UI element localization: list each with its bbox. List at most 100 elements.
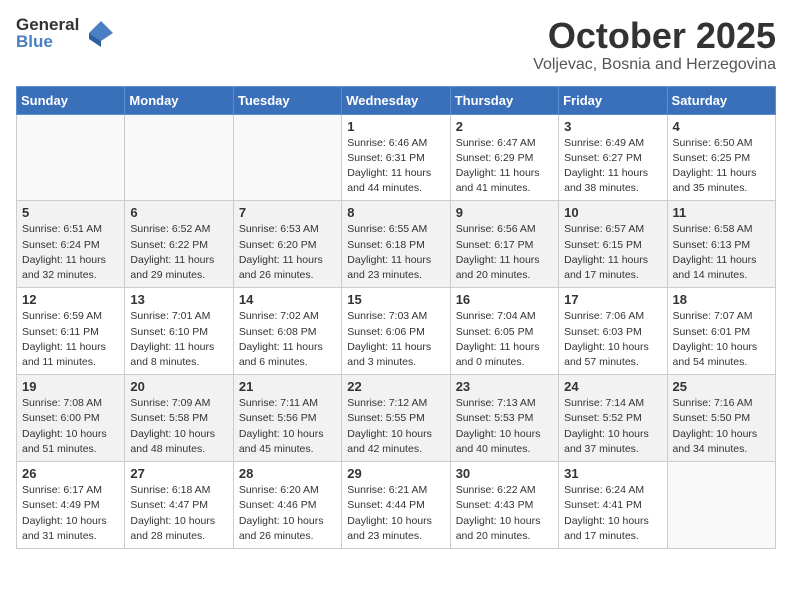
calendar-cell: 14Sunrise: 7:02 AM Sunset: 6:08 PM Dayli… [233, 288, 341, 375]
calendar-cell: 15 Sunrise: 7:03 AM Sunset: 6:06 PM Dayli… [342, 288, 450, 375]
day-info: Sunrise: 6:55 AM Sunset: 6:18 PM Dayligh… [347, 222, 444, 283]
day-number: 19 [22, 379, 119, 394]
calendar-cell: 2 Sunrise: 6:47 AM Sunset: 6:29 PM Daylig… [450, 114, 558, 201]
calendar-cell: 18Sunrise: 7:07 AM Sunset: 6:01 PM Dayli… [667, 288, 775, 375]
day-info: Sunrise: 7:14 AM Sunset: 5:52 PM Dayligh… [564, 396, 661, 457]
calendar-cell: 26 Sunrise: 6:17 AM Sunset: 4:49 PM Dayli… [17, 462, 125, 549]
day-number: 13 [130, 292, 227, 307]
day-info: Sunrise: 6:50 AM Sunset: 6:25 PM Dayligh… [673, 136, 770, 197]
day-info: Sunrise: 6:53 AM Sunset: 6:20 PM Dayligh… [239, 222, 336, 283]
calendar-cell: 11Sunrise: 6:58 AM Sunset: 6:13 PM Dayli… [667, 201, 775, 288]
day-number: 25 [673, 379, 770, 394]
day-number: 28 [239, 466, 336, 481]
day-number: 31 [564, 466, 661, 481]
day-number: 4 [673, 119, 770, 134]
day-number: 6 [130, 205, 227, 220]
calendar-cell: 30 Sunrise: 6:22 AM Sunset: 4:43 PM Dayli… [450, 462, 558, 549]
day-number: 10 [564, 205, 661, 220]
weekday-header-thursday: Thursday [450, 86, 558, 114]
day-info: Sunrise: 6:57 AM Sunset: 6:15 PM Dayligh… [564, 222, 661, 283]
weekday-header-tuesday: Tuesday [233, 86, 341, 114]
day-number: 5 [22, 205, 119, 220]
day-info: Sunrise: 6:17 AM Sunset: 4:49 PM Dayligh… [22, 483, 119, 544]
calendar-cell: 7 Sunrise: 6:53 AM Sunset: 6:20 PM Daylig… [233, 201, 341, 288]
day-info: Sunrise: 6:18 AM Sunset: 4:47 PM Dayligh… [130, 483, 227, 544]
logo: General Blue [16, 16, 113, 50]
calendar-cell: 8 Sunrise: 6:55 AM Sunset: 6:18 PM Daylig… [342, 201, 450, 288]
day-info: Sunrise: 7:09 AM Sunset: 5:58 PM Dayligh… [130, 396, 227, 457]
calendar-table: SundayMondayTuesdayWednesdayThursdayFrid… [16, 86, 776, 549]
day-info: Sunrise: 6:21 AM Sunset: 4:44 PM Dayligh… [347, 483, 444, 544]
day-number: 15 [347, 292, 444, 307]
day-info: Sunrise: 6:20 AM Sunset: 4:46 PM Dayligh… [239, 483, 336, 544]
calendar-cell: 24 Sunrise: 7:14 AM Sunset: 5:52 PM Dayli… [559, 375, 667, 462]
day-number: 12 [22, 292, 119, 307]
day-info: Sunrise: 7:02 AM Sunset: 6:08 PM Dayligh… [239, 309, 336, 370]
calendar-cell [125, 114, 233, 201]
day-info: Sunrise: 7:11 AM Sunset: 5:56 PM Dayligh… [239, 396, 336, 457]
day-info: Sunrise: 6:22 AM Sunset: 4:43 PM Dayligh… [456, 483, 553, 544]
weekday-header-wednesday: Wednesday [342, 86, 450, 114]
day-info: Sunrise: 7:16 AM Sunset: 5:50 PM Dayligh… [673, 396, 770, 457]
calendar-cell: 1 Sunrise: 6:46 AM Sunset: 6:31 PM Daylig… [342, 114, 450, 201]
logo-icon [81, 19, 113, 47]
day-number: 22 [347, 379, 444, 394]
calendar-cell: 25 Sunrise: 7:16 AM Sunset: 5:50 PM Dayli… [667, 375, 775, 462]
day-info: Sunrise: 6:56 AM Sunset: 6:17 PM Dayligh… [456, 222, 553, 283]
day-info: Sunrise: 7:01 AM Sunset: 6:10 PM Dayligh… [130, 309, 227, 370]
weekday-header-monday: Monday [125, 86, 233, 114]
day-number: 24 [564, 379, 661, 394]
day-number: 27 [130, 466, 227, 481]
day-info: Sunrise: 7:04 AM Sunset: 6:05 PM Dayligh… [456, 309, 553, 370]
calendar-cell: 3 Sunrise: 6:49 AM Sunset: 6:27 PM Daylig… [559, 114, 667, 201]
day-number: 29 [347, 466, 444, 481]
calendar-cell: 22 Sunrise: 7:12 AM Sunset: 5:55 PM Dayli… [342, 375, 450, 462]
calendar-cell: 4 Sunrise: 6:50 AM Sunset: 6:25 PM Daylig… [667, 114, 775, 201]
day-info: Sunrise: 7:06 AM Sunset: 6:03 PM Dayligh… [564, 309, 661, 370]
calendar-cell: 5 Sunrise: 6:51 AM Sunset: 6:24 PM Daylig… [17, 201, 125, 288]
day-number: 7 [239, 205, 336, 220]
day-number: 30 [456, 466, 553, 481]
page-header: General Blue October 2025 Voljevac, Bosn… [16, 16, 776, 74]
calendar-cell: 20 Sunrise: 7:09 AM Sunset: 5:58 PM Dayli… [125, 375, 233, 462]
calendar-cell: 21 Sunrise: 7:11 AM Sunset: 5:56 PM Dayli… [233, 375, 341, 462]
day-info: Sunrise: 6:58 AM Sunset: 6:13 PM Dayligh… [673, 222, 770, 283]
day-info: Sunrise: 6:51 AM Sunset: 6:24 PM Dayligh… [22, 222, 119, 283]
location: Voljevac, Bosnia and Herzegovina [533, 56, 776, 74]
calendar-cell [17, 114, 125, 201]
day-number: 16 [456, 292, 553, 307]
day-info: Sunrise: 7:12 AM Sunset: 5:55 PM Dayligh… [347, 396, 444, 457]
calendar-week-row: 1 Sunrise: 6:46 AM Sunset: 6:31 PM Daylig… [17, 114, 776, 201]
calendar-cell: 19 Sunrise: 7:08 AM Sunset: 6:00 PM Dayli… [17, 375, 125, 462]
weekday-header-sunday: Sunday [17, 86, 125, 114]
day-number: 26 [22, 466, 119, 481]
day-info: Sunrise: 6:47 AM Sunset: 6:29 PM Dayligh… [456, 136, 553, 197]
calendar-cell: 29 Sunrise: 6:21 AM Sunset: 4:44 PM Dayli… [342, 462, 450, 549]
day-number: 1 [347, 119, 444, 134]
title-section: October 2025 Voljevac, Bosnia and Herzeg… [533, 16, 776, 74]
day-info: Sunrise: 7:08 AM Sunset: 6:00 PM Dayligh… [22, 396, 119, 457]
calendar-week-row: 12Sunrise: 6:59 AM Sunset: 6:11 PM Dayli… [17, 288, 776, 375]
day-number: 21 [239, 379, 336, 394]
calendar-cell: 16 Sunrise: 7:04 AM Sunset: 6:05 PM Dayli… [450, 288, 558, 375]
calendar-cell: 23Sunrise: 7:13 AM Sunset: 5:53 PM Dayli… [450, 375, 558, 462]
day-number: 3 [564, 119, 661, 134]
day-info: Sunrise: 6:52 AM Sunset: 6:22 PM Dayligh… [130, 222, 227, 283]
calendar-cell: 17Sunrise: 7:06 AM Sunset: 6:03 PM Dayli… [559, 288, 667, 375]
day-number: 20 [130, 379, 227, 394]
day-number: 2 [456, 119, 553, 134]
calendar-cell: 28 Sunrise: 6:20 AM Sunset: 4:46 PM Dayli… [233, 462, 341, 549]
day-info: Sunrise: 7:13 AM Sunset: 5:53 PM Dayligh… [456, 396, 553, 457]
month-title: October 2025 [533, 16, 776, 56]
weekday-header-friday: Friday [559, 86, 667, 114]
day-info: Sunrise: 6:46 AM Sunset: 6:31 PM Dayligh… [347, 136, 444, 197]
day-number: 9 [456, 205, 553, 220]
day-number: 8 [347, 205, 444, 220]
day-info: Sunrise: 7:03 AM Sunset: 6:06 PM Dayligh… [347, 309, 444, 370]
weekday-header-row: SundayMondayTuesdayWednesdayThursdayFrid… [17, 86, 776, 114]
calendar-cell [667, 462, 775, 549]
logo-blue: Blue [16, 33, 79, 50]
calendar-week-row: 5 Sunrise: 6:51 AM Sunset: 6:24 PM Daylig… [17, 201, 776, 288]
day-info: Sunrise: 6:49 AM Sunset: 6:27 PM Dayligh… [564, 136, 661, 197]
calendar-cell: 6 Sunrise: 6:52 AM Sunset: 6:22 PM Daylig… [125, 201, 233, 288]
